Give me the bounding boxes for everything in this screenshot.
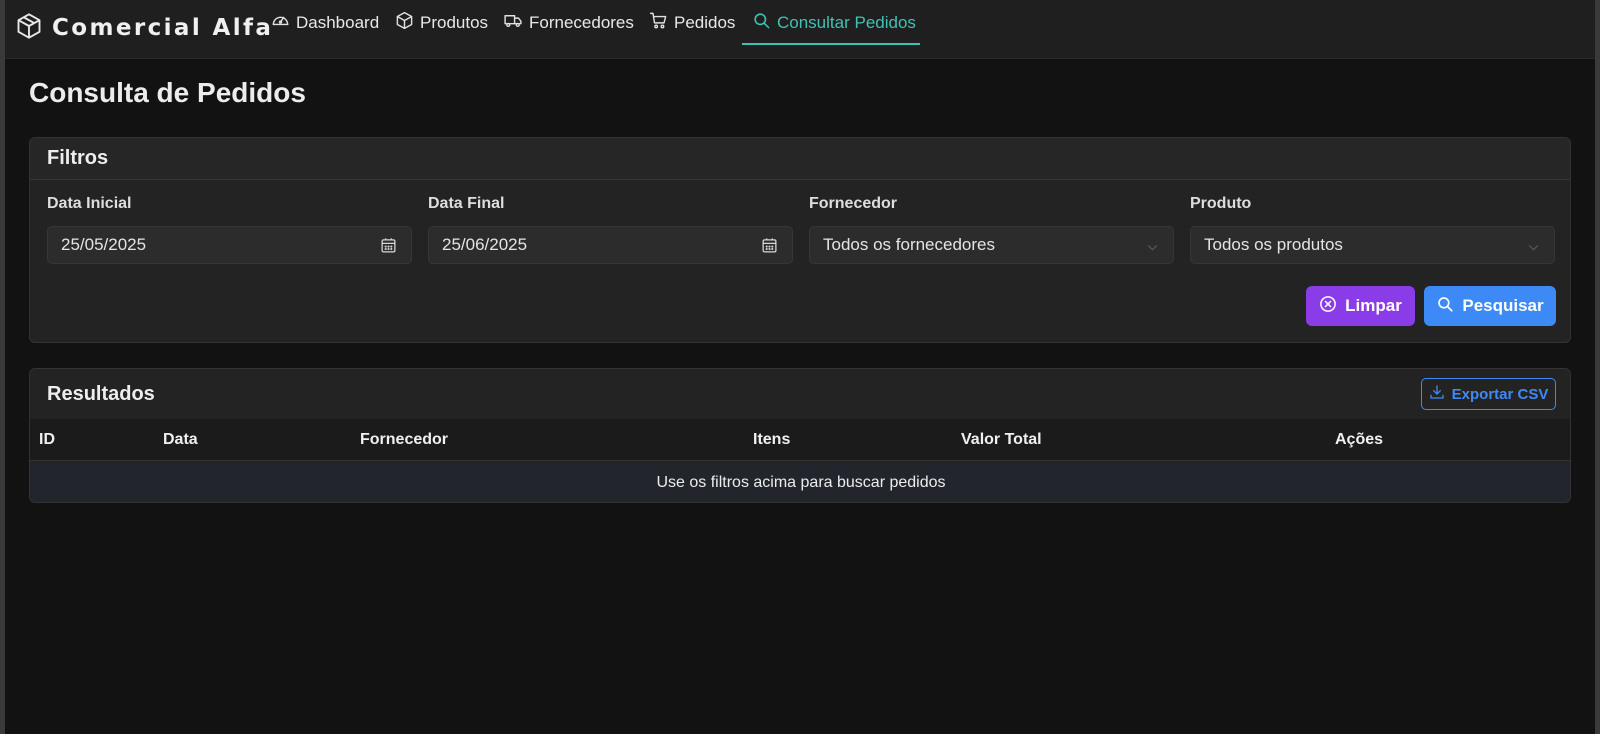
column-header-valor-total[interactable]: Valor Total [961, 431, 1042, 449]
data-inicial-label: Data Inicial [47, 195, 132, 212]
brand[interactable]: Comercial Alfa [15, 12, 273, 44]
search-button[interactable]: Pesquisar [1424, 286, 1556, 326]
data-final-value: 25/06/2025 [442, 235, 528, 254]
download-icon [1429, 384, 1445, 404]
data-inicial-field: Data Inicial 25/05/2025 [47, 195, 412, 264]
column-header-data[interactable]: Data [163, 431, 198, 449]
nav-produtos[interactable]: Produtos [395, 0, 488, 46]
cube-logo-icon [15, 12, 43, 45]
chevron-down-icon [1527, 239, 1540, 259]
window-right-edge [1595, 0, 1600, 734]
chevron-down-icon [1146, 239, 1159, 259]
produto-select[interactable]: Todos os produtos [1190, 226, 1555, 264]
fornecedor-field: Fornecedor Todos os fornecedores [809, 195, 1174, 264]
filters-card: Filtros Data Inicial 25/05/2025 Data Fin… [29, 137, 1571, 343]
fornecedor-label: Fornecedor [809, 195, 898, 212]
gauge-icon [271, 11, 290, 35]
data-final-label: Data Final [428, 195, 505, 212]
produto-field: Produto Todos os produtos [1190, 195, 1555, 264]
window-left-edge [0, 0, 5, 734]
data-final-field: Data Final 25/06/2025 [428, 195, 793, 264]
results-title: Resultados [47, 382, 155, 405]
export-csv-button[interactable]: Exportar CSV [1421, 378, 1556, 410]
results-table-header: ID Data Fornecedor Itens Valor Total Açõ… [30, 419, 1570, 461]
data-inicial-value: 25/05/2025 [61, 235, 147, 254]
calendar-icon[interactable] [761, 237, 778, 259]
nav-fornecedores-label: Fornecedores [529, 13, 634, 32]
filters-header: Filtros [30, 138, 1570, 180]
column-header-fornecedor[interactable]: Fornecedor [360, 431, 448, 449]
search-icon [752, 11, 771, 35]
box-icon [395, 11, 414, 35]
column-header-id[interactable]: ID [39, 431, 55, 449]
nav-consultar-pedidos-label: Consultar Pedidos [777, 13, 916, 32]
calendar-icon[interactable] [380, 237, 397, 259]
cart-icon [649, 11, 668, 35]
empty-results-message: Use os filtros acima para buscar pedidos [30, 462, 1570, 502]
data-inicial-input[interactable]: 25/05/2025 [47, 226, 412, 264]
truck-icon [503, 11, 523, 35]
search-button-label: Pesquisar [1462, 296, 1544, 315]
x-circle-icon [1319, 295, 1337, 318]
nav-pedidos-label: Pedidos [674, 13, 736, 32]
nav-pedidos[interactable]: Pedidos [649, 0, 735, 46]
results-card: Resultados Exportar CSV ID Data Forneced… [29, 368, 1571, 503]
column-header-acoes[interactable]: Ações [1335, 431, 1383, 449]
nav-produtos-label: Produtos [420, 13, 489, 32]
nav-fornecedores[interactable]: Fornecedores [503, 0, 634, 46]
search-icon [1436, 295, 1454, 318]
brand-name: Comercial Alfa [52, 15, 274, 41]
fornecedor-select[interactable]: Todos os fornecedores [809, 226, 1174, 264]
clear-button-label: Limpar [1345, 296, 1402, 315]
results-header: Resultados [30, 369, 1570, 419]
top-navbar: Comercial Alfa Dashboard Produtos Fornec… [5, 0, 1595, 59]
data-final-input[interactable]: 25/06/2025 [428, 226, 793, 264]
fornecedor-value: Todos os fornecedores [823, 235, 995, 254]
produto-value: Todos os produtos [1204, 235, 1343, 254]
produto-label: Produto [1190, 195, 1252, 212]
export-csv-label: Exportar CSV [1451, 385, 1549, 403]
column-header-itens[interactable]: Itens [753, 431, 790, 449]
nav-dashboard[interactable]: Dashboard [271, 0, 379, 46]
page-title: Consulta de Pedidos [29, 77, 306, 108]
nav-consultar-pedidos[interactable]: Consultar Pedidos [752, 0, 916, 46]
clear-button[interactable]: Limpar [1306, 286, 1415, 326]
nav-dashboard-label: Dashboard [296, 13, 380, 32]
active-tab-indicator [742, 43, 920, 45]
